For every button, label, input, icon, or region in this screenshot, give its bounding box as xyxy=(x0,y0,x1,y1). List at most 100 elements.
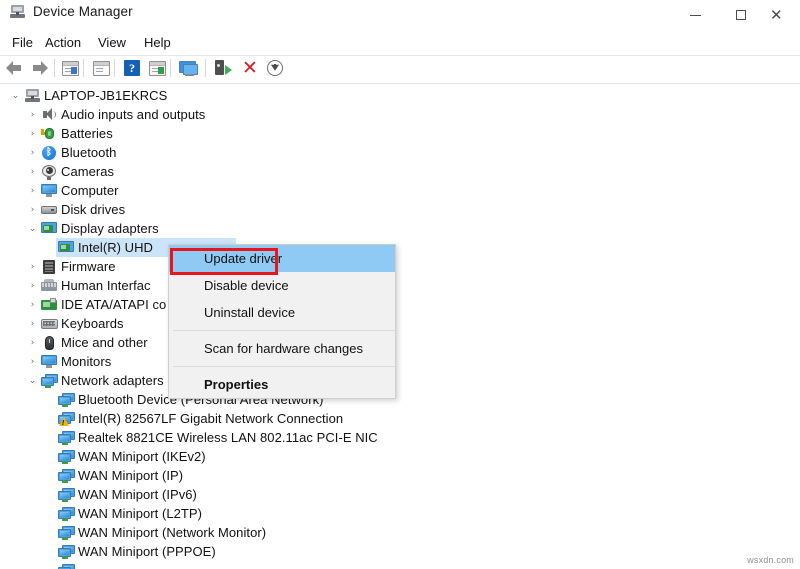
chevron-right-icon[interactable]: › xyxy=(26,143,39,162)
chevron-right-icon[interactable]: › xyxy=(26,162,39,181)
disk-drive-icon xyxy=(39,200,59,219)
help-button[interactable]: ? xyxy=(120,56,144,80)
chevron-right-icon[interactable]: › xyxy=(26,295,39,314)
tree-item-label: Keyboards xyxy=(59,314,124,333)
chevron-right-icon[interactable]: › xyxy=(26,124,39,143)
context-menu-item-uninstall-device[interactable]: Uninstall device xyxy=(169,299,395,326)
tree-indent-spacer xyxy=(43,466,56,485)
context-menu-item-disable-device[interactable]: Disable device xyxy=(169,272,395,299)
display-adapter-icon xyxy=(39,219,59,238)
tree-item-label: Disk drives xyxy=(59,200,125,219)
toolbar: ? ✕ xyxy=(0,56,800,81)
tree-item-disk-drives[interactable]: › Disk drives xyxy=(0,200,800,219)
tree-item-label: Batteries xyxy=(59,124,113,143)
update-driver-button[interactable] xyxy=(145,56,169,80)
tree-indent-spacer xyxy=(43,523,56,542)
tree-item-display-adapters[interactable]: ⌄ Display adapters xyxy=(0,219,800,238)
tree-item-firmware[interactable]: › Firmware xyxy=(0,257,800,276)
chevron-down-icon[interactable]: ⌄ xyxy=(26,371,39,390)
tree-item-wan-miniport-ipv6[interactable]: WAN Miniport (IPv6) xyxy=(0,485,800,504)
chevron-right-icon[interactable]: › xyxy=(26,276,39,295)
network-adapter-warning-icon xyxy=(56,409,76,428)
network-adapter-icon xyxy=(56,447,76,466)
disable-device-icon xyxy=(267,60,283,76)
close-button[interactable]: ✕ xyxy=(764,0,800,30)
menu-view[interactable]: View xyxy=(92,32,132,54)
tree-item-label: Intel(R) 82567LF Gigabit Network Connect… xyxy=(76,409,343,428)
disable-device-button[interactable] xyxy=(263,56,287,80)
camera-icon xyxy=(39,162,59,181)
tree-item-human-interface-devices[interactable]: › Human Interfac xyxy=(0,276,800,295)
tree-item-label: WAN Miniport (IP) xyxy=(76,466,183,485)
window-title: Device Manager xyxy=(33,4,133,19)
tree-indent-spacer xyxy=(43,561,56,569)
context-menu-item-properties[interactable]: Properties xyxy=(169,371,395,398)
tree-item-mice-and-other-pointing-devices[interactable]: › Mice and other xyxy=(0,333,800,352)
minimize-button[interactable] xyxy=(672,0,718,30)
maximize-button[interactable] xyxy=(718,0,764,30)
menu-bar: File Action View Help xyxy=(0,32,800,54)
uninstall-device-button[interactable]: ✕ xyxy=(238,56,262,80)
forward-arrow-button[interactable] xyxy=(27,56,51,80)
enable-device-icon xyxy=(215,60,232,76)
bluetooth-icon: ᛒ xyxy=(39,143,59,162)
tree-item-label: Bluetooth xyxy=(59,143,116,162)
chevron-right-icon[interactable]: › xyxy=(26,257,39,276)
chevron-right-icon[interactable]: › xyxy=(26,314,39,333)
scan-for-hardware-changes-button[interactable] xyxy=(176,56,200,80)
back-arrow-button[interactable] xyxy=(3,56,27,80)
tree-item-intel-uhd-graphics[interactable]: Intel(R) UHD xyxy=(0,238,800,257)
tree-item-batteries[interactable]: › Batteries xyxy=(0,124,800,143)
tree-item-wan-miniport-ip[interactable]: WAN Miniport (IP) xyxy=(0,466,800,485)
tree-item-wan-miniport-network-monitor[interactable]: WAN Miniport (Network Monitor) xyxy=(0,523,800,542)
chevron-right-icon[interactable]: › xyxy=(26,333,39,352)
tree-item-bluetooth[interactable]: › ᛒ Bluetooth xyxy=(0,143,800,162)
enable-device-button[interactable] xyxy=(211,56,235,80)
tree-indent-spacer xyxy=(43,542,56,561)
menu-help[interactable]: Help xyxy=(138,32,177,54)
tree-item-keyboards[interactable]: › Keyboards xyxy=(0,314,800,333)
chevron-down-icon[interactable]: ⌄ xyxy=(26,219,39,238)
scan-for-hardware-changes-icon xyxy=(179,61,198,76)
context-menu-item-scan-for-hardware-changes[interactable]: Scan for hardware changes xyxy=(169,335,395,362)
toolbar-separator xyxy=(170,59,171,77)
tree-item-monitors[interactable]: › Monitors xyxy=(0,352,800,371)
tree-item-wan-miniport-pppoe[interactable]: WAN Miniport (PPPOE) xyxy=(0,542,800,561)
show-hide-console-tree-button[interactable] xyxy=(58,56,82,80)
tree-item-wan-miniport-l2tp[interactable]: WAN Miniport (L2TP) xyxy=(0,504,800,523)
tree-item-wan-miniport-ikev2[interactable]: WAN Miniport (IKEv2) xyxy=(0,447,800,466)
help-icon: ? xyxy=(124,60,140,76)
tree-item-ide-ata-atapi-controllers[interactable]: › IDE ATA/ATAPI co xyxy=(0,295,800,314)
chevron-right-icon[interactable]: › xyxy=(26,181,39,200)
chevron-right-icon[interactable]: › xyxy=(26,200,39,219)
tree-item-bluetooth-device-pan[interactable]: Bluetooth Device (Personal Area Network) xyxy=(0,390,800,409)
chevron-right-icon[interactable]: › xyxy=(26,352,39,371)
tree-item-intel-82567lf[interactable]: Intel(R) 82567LF Gigabit Network Connect… xyxy=(0,409,800,428)
tree-item-partial[interactable] xyxy=(0,561,800,569)
tree-item-network-adapters[interactable]: ⌄ Network adapters xyxy=(0,371,800,390)
tree-item-label: Intel(R) UHD xyxy=(76,238,153,257)
tree-item-cameras[interactable]: › Cameras xyxy=(0,162,800,181)
computer-node-icon xyxy=(22,86,42,105)
chevron-down-icon[interactable]: ⌄ xyxy=(9,86,22,105)
network-adapter-icon xyxy=(56,485,76,504)
tree-item-label: WAN Miniport (IKEv2) xyxy=(76,447,206,466)
tree-indent-spacer xyxy=(43,485,56,504)
annotation-highlight-box xyxy=(170,248,278,275)
device-tree[interactable]: ⌄ LAPTOP-JB1EKRCS › Audio inputs and out… xyxy=(0,86,800,569)
tree-item-label: WAN Miniport (IPv6) xyxy=(76,485,197,504)
device-manager-window: Device Manager ✕ File Action View Help xyxy=(0,0,800,569)
tree-item-realtek-8821ce[interactable]: Realtek 8821CE Wireless LAN 802.11ac PCI… xyxy=(0,428,800,447)
tree-root-item[interactable]: ⌄ LAPTOP-JB1EKRCS xyxy=(0,86,800,105)
toolbar-separator xyxy=(114,59,115,77)
tree-item-computer[interactable]: › Computer xyxy=(0,181,800,200)
chevron-right-icon[interactable]: › xyxy=(26,105,39,124)
menu-action[interactable]: Action xyxy=(39,32,87,54)
tree-item-label: IDE ATA/ATAPI co xyxy=(59,295,166,314)
tree-indent-spacer xyxy=(43,504,56,523)
battery-icon xyxy=(39,124,59,143)
tree-item-label: WAN Miniport (PPPOE) xyxy=(76,542,216,561)
menu-file[interactable]: File xyxy=(6,32,39,54)
properties-button[interactable] xyxy=(89,56,113,80)
tree-item-audio-inputs-and-outputs[interactable]: › Audio inputs and outputs xyxy=(0,105,800,124)
